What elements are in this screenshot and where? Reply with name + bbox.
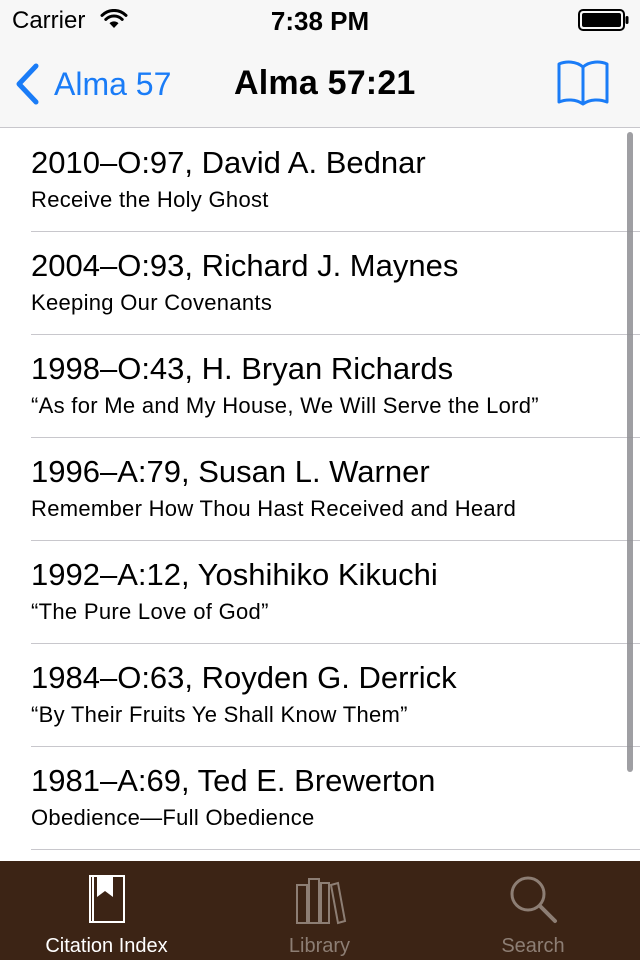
citation-title: 1996–A:79, Susan L. Warner bbox=[31, 454, 430, 489]
citation-row[interactable]: 1998–O:43, H. Bryan Richards “As for Me … bbox=[0, 335, 640, 438]
tab-label: Citation Index bbox=[45, 935, 168, 957]
battery-icon bbox=[578, 9, 629, 31]
citation-row[interactable]: 2004–O:93, Richard J. Maynes Keeping Our… bbox=[0, 232, 640, 335]
citation-row[interactable]: 1981–A:69, Ted E. Brewerton Obedience—Fu… bbox=[0, 747, 640, 850]
citation-subtitle: “As for Me and My House, We Will Serve t… bbox=[31, 393, 539, 418]
citation-title: 1981–A:69, Ted E. Brewerton bbox=[31, 763, 436, 798]
citation-title: 2010–O:97, David A. Bednar bbox=[31, 145, 426, 180]
tab-search[interactable]: Search bbox=[426, 861, 640, 960]
tab-label: Search bbox=[501, 935, 565, 957]
citation-title: 1984–O:63, Royden G. Derrick bbox=[31, 660, 457, 695]
tab-label: Library bbox=[288, 935, 351, 957]
back-chevron-icon bbox=[16, 63, 39, 105]
back-button[interactable]: Alma 57 bbox=[14, 62, 171, 106]
page-title: Alma 57:21 bbox=[234, 64, 416, 102]
citation-subtitle: Remember How Thou Hast Received and Hear… bbox=[31, 496, 517, 521]
citation-subtitle: “By Their Fruits Ye Shall Know Them” bbox=[31, 702, 408, 727]
citation-row[interactable]: 2010–O:97, David A. Bednar Receive the H… bbox=[0, 129, 640, 232]
citation-subtitle: Obedience—Full Obedience bbox=[31, 805, 315, 830]
back-label: Alma 57 bbox=[54, 65, 172, 102]
citation-subtitle: “The Pure Love of God” bbox=[31, 599, 269, 624]
navigation-bar: Alma 57 Alma 57:21 bbox=[0, 40, 640, 128]
status-bar: Carrier 7:38 PM bbox=[0, 0, 640, 40]
citation-row[interactable]: 1996–A:79, Susan L. Warner Remember How … bbox=[0, 438, 640, 541]
citation-row[interactable]: 1992–A:12, Yoshihiko Kikuchi “The Pure L… bbox=[0, 541, 640, 644]
bookmark-book-icon bbox=[88, 875, 125, 923]
citation-subtitle: Receive the Holy Ghost bbox=[31, 187, 269, 212]
books-icon bbox=[295, 878, 346, 925]
open-book-icon[interactable] bbox=[556, 58, 610, 106]
citation-title: 1998–O:43, H. Bryan Richards bbox=[31, 351, 454, 386]
citation-row[interactable]: 1984–O:63, Royden G. Derrick “By Their F… bbox=[0, 644, 640, 747]
screen: Carrier 7:38 PM Alma 57 Alma 57:21 2010–… bbox=[0, 0, 640, 960]
magnifier-icon bbox=[510, 876, 557, 923]
citation-subtitle: Keeping Our Covenants bbox=[31, 290, 273, 315]
tab-bar: Citation Index Library Search bbox=[0, 861, 640, 960]
citation-title: 1992–A:12, Yoshihiko Kikuchi bbox=[31, 557, 438, 592]
citation-title: 2004–O:93, Richard J. Maynes bbox=[31, 248, 459, 283]
scrollbar[interactable] bbox=[627, 132, 633, 772]
status-time: 7:38 PM bbox=[270, 6, 370, 36]
citation-list[interactable]: 2010–O:97, David A. Bednar Receive the H… bbox=[0, 129, 640, 861]
tab-library[interactable]: Library bbox=[213, 861, 426, 960]
tab-citation-index[interactable]: Citation Index bbox=[0, 861, 213, 960]
